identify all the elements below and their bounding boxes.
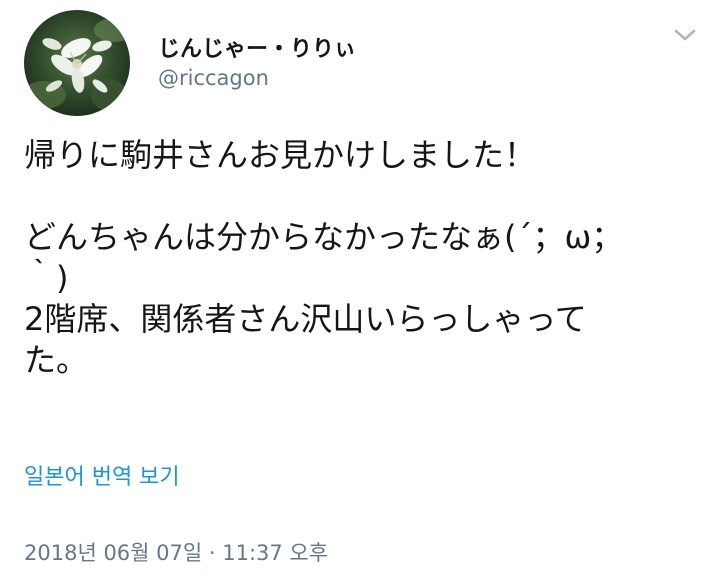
- profile-avatar[interactable]: [24, 10, 130, 116]
- tweet-timestamp: 2018년 06월 07일 · 11:37 오후: [24, 541, 329, 565]
- tweet-text-line: 2階席、関係者さん沢山いらっしゃって: [24, 300, 587, 338]
- tweet: じんじゃー・りりぃ @riccagon 帰りに駒井さんお見かけしました！ どんち…: [0, 0, 720, 579]
- tweet-text: 帰りに駒井さんお見かけしました！ どんちゃんは分からなかったなぁ(´；ω； ｀)…: [24, 135, 684, 381]
- tweet-text-line: どんちゃんは分からなかったなぁ(´；ω；: [24, 218, 624, 256]
- user-handle[interactable]: @riccagon: [158, 66, 269, 90]
- display-name[interactable]: じんじゃー・りりぃ: [158, 31, 356, 63]
- tweet-text-line: ｀): [24, 259, 69, 297]
- flower-avatar-image: [24, 10, 130, 116]
- chevron-down-icon[interactable]: [670, 22, 700, 48]
- translate-tweet-link[interactable]: 일본어 번역 보기: [24, 459, 180, 491]
- tweet-text-line: た。: [24, 341, 89, 379]
- tweet-text-line: 帰りに駒井さんお見かけしました！: [24, 136, 537, 174]
